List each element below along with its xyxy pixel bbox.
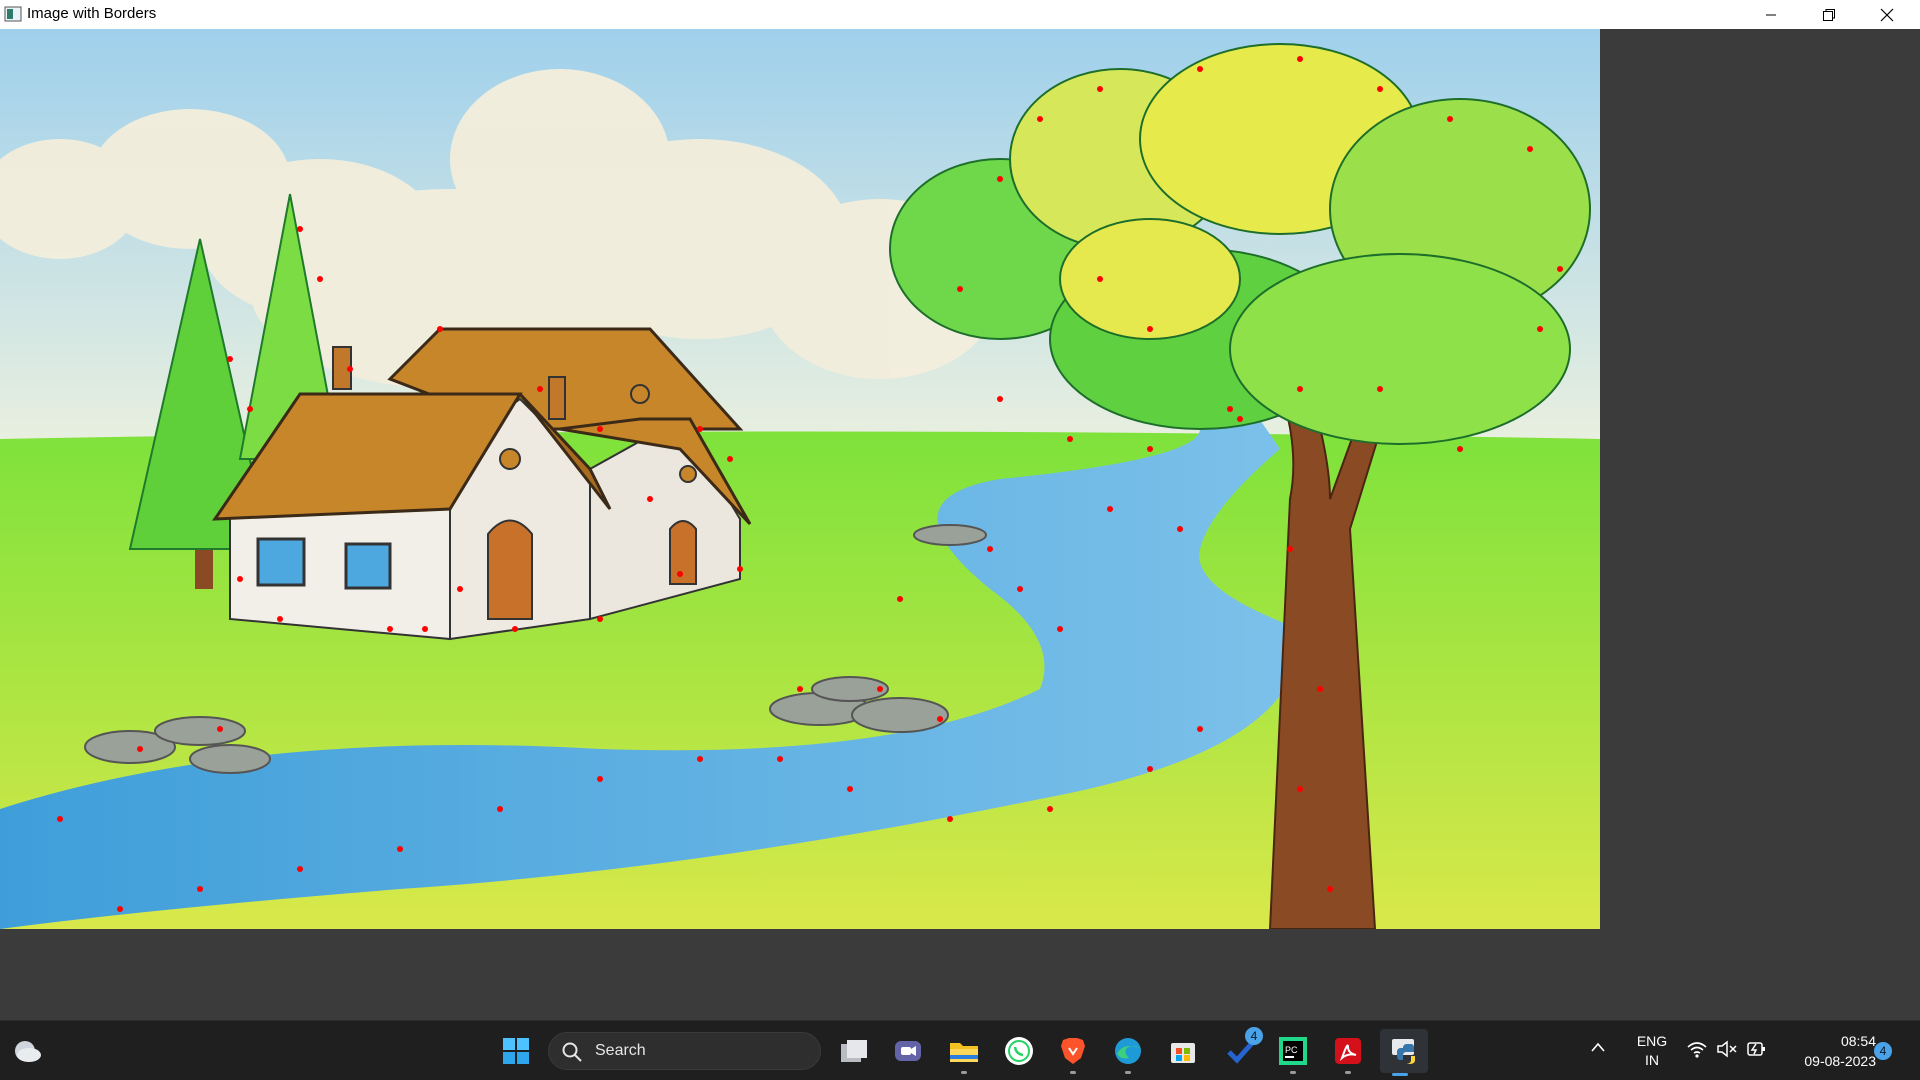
task-view-icon bbox=[841, 1040, 867, 1062]
file-explorer-icon bbox=[950, 1043, 978, 1062]
taskbar-todo[interactable]: 4 bbox=[1221, 1027, 1263, 1071]
edge-browser-icon bbox=[1115, 1038, 1141, 1064]
running-indicator bbox=[961, 1071, 967, 1074]
whatsapp-icon bbox=[1005, 1037, 1033, 1065]
start-button[interactable] bbox=[496, 1031, 536, 1071]
taskbar-file-explorer[interactable] bbox=[944, 1031, 984, 1074]
minimize-button[interactable] bbox=[1742, 0, 1800, 29]
acrobat-icon bbox=[1335, 1038, 1361, 1064]
window-title-bar[interactable]: Image with Borders bbox=[0, 0, 1920, 29]
weather-widget[interactable] bbox=[8, 1031, 48, 1071]
taskbar: Search 4 PC ENG IN 08:54 09-08-2023 4 bbox=[0, 1020, 1920, 1080]
python-icon bbox=[1392, 1039, 1415, 1064]
taskbar-brave[interactable] bbox=[1053, 1031, 1093, 1074]
taskbar-search-box[interactable]: Search bbox=[548, 1032, 821, 1070]
taskbar-teams-chat[interactable] bbox=[888, 1031, 928, 1071]
wifi-icon[interactable] bbox=[1686, 1040, 1708, 1058]
search-label: Search bbox=[595, 1042, 646, 1059]
running-indicator bbox=[1125, 1071, 1131, 1074]
window-title: Image with Borders bbox=[27, 5, 157, 22]
brave-browser-icon bbox=[1061, 1038, 1085, 1064]
system-clock[interactable]: 08:54 09-08-2023 bbox=[1780, 1031, 1876, 1071]
running-indicator bbox=[1070, 1071, 1076, 1074]
keyboard-region: IN bbox=[1645, 1052, 1659, 1068]
search-icon bbox=[562, 1042, 582, 1062]
windows-logo-icon bbox=[503, 1038, 529, 1064]
taskbar-whatsapp[interactable] bbox=[999, 1031, 1039, 1071]
teams-chat-icon bbox=[895, 1041, 921, 1061]
svg-text:PC: PC bbox=[1285, 1045, 1298, 1055]
close-icon bbox=[1880, 8, 1894, 21]
app-image-icon bbox=[4, 6, 22, 22]
notification-center-badge[interactable]: 4 bbox=[1874, 1042, 1892, 1060]
taskbar-microsoft-store[interactable] bbox=[1163, 1031, 1203, 1071]
restore-button[interactable] bbox=[1800, 0, 1858, 29]
clock-date: 09-08-2023 bbox=[1804, 1053, 1876, 1069]
clock-time: 08:54 bbox=[1840, 1033, 1876, 1049]
minimize-icon bbox=[1766, 14, 1776, 15]
taskbar-python[interactable] bbox=[1380, 1029, 1428, 1076]
weather-cloud-icon bbox=[15, 1041, 41, 1062]
drawing-image bbox=[0, 29, 1600, 929]
close-button[interactable] bbox=[1858, 0, 1916, 29]
language-code: ENG bbox=[1636, 1033, 1668, 1049]
battery-charging-icon[interactable] bbox=[1746, 1040, 1768, 1058]
active-indicator bbox=[1392, 1073, 1408, 1076]
taskbar-task-view[interactable] bbox=[834, 1031, 874, 1071]
todo-badge: 4 bbox=[1245, 1027, 1263, 1045]
language-indicator[interactable]: ENG IN bbox=[1632, 1032, 1672, 1070]
volume-muted-icon[interactable] bbox=[1716, 1040, 1738, 1058]
taskbar-edge[interactable] bbox=[1108, 1031, 1148, 1074]
show-hidden-icons-chevron-icon[interactable] bbox=[1590, 1041, 1606, 1053]
restore-icon bbox=[1823, 8, 1835, 21]
image-canvas-area bbox=[0, 29, 1920, 1020]
taskbar-pycharm[interactable]: PC bbox=[1273, 1031, 1313, 1074]
running-indicator bbox=[1290, 1071, 1296, 1074]
microsoft-store-icon bbox=[1171, 1043, 1195, 1063]
taskbar-acrobat[interactable] bbox=[1328, 1031, 1368, 1074]
running-indicator bbox=[1345, 1071, 1351, 1074]
pycharm-icon: PC bbox=[1279, 1037, 1307, 1065]
